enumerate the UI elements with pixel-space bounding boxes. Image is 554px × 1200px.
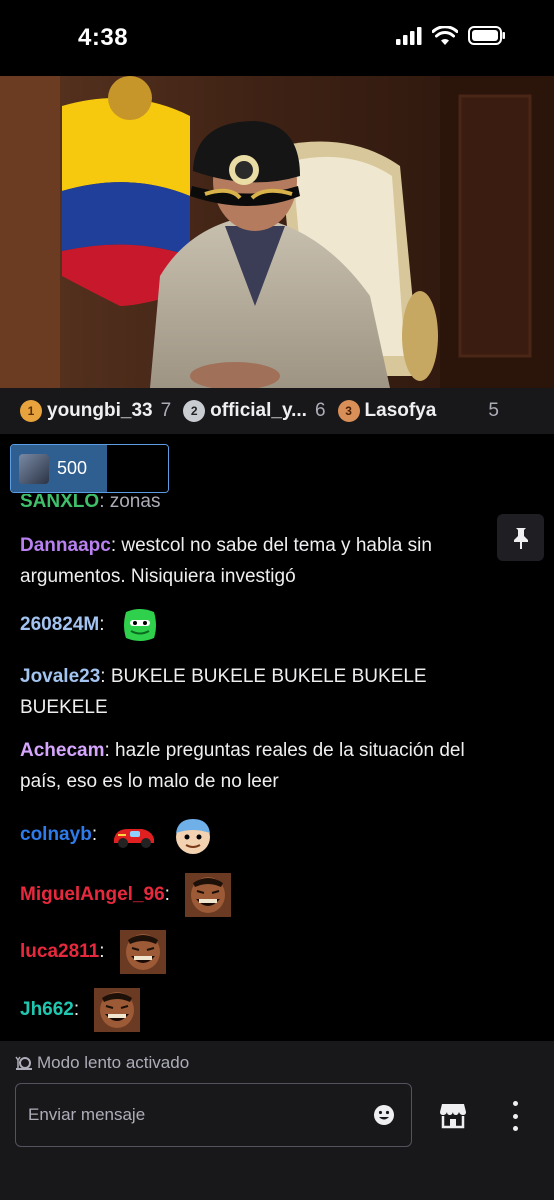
chat-message: Jh662: bbox=[20, 988, 500, 1032]
chat-footer: Modo lento activado bbox=[0, 1041, 554, 1200]
stream-video-frame bbox=[0, 76, 554, 388]
chat-username[interactable]: Jovale23 bbox=[20, 666, 100, 687]
leaderboard-entry-1[interactable]: 1 youngbi_33 7 bbox=[20, 400, 183, 422]
hype-progress-track bbox=[107, 445, 168, 492]
cellular-signal-icon bbox=[396, 26, 422, 45]
chat-username[interactable]: Achecam bbox=[20, 740, 105, 761]
chat-message-list[interactable]: SANXLO: zonas Dannaapc: westcol no sabe … bbox=[0, 494, 554, 1041]
chat-username[interactable]: Dannaapc bbox=[20, 535, 111, 556]
leaderboard-entry-3[interactable]: 3 Lasofya 5 bbox=[337, 400, 511, 422]
hype-train-pill[interactable]: 500 bbox=[10, 444, 169, 493]
chat-username[interactable]: Jh662 bbox=[20, 999, 74, 1020]
chat-message-partial: SANXLO: zonas bbox=[20, 494, 500, 517]
chat-username[interactable]: colnayb bbox=[20, 824, 92, 845]
chat-username[interactable]: MiguelAngel_96 bbox=[20, 884, 165, 905]
avatar bbox=[19, 453, 49, 484]
leaderboard-entry-2[interactable]: 2 official_y... 6 bbox=[183, 400, 337, 422]
race-car-emote-icon bbox=[114, 829, 155, 848]
more-options-button[interactable] bbox=[505, 1101, 525, 1131]
chat-text: : zonas bbox=[99, 494, 161, 512]
status-time: 4:38 bbox=[78, 24, 129, 51]
status-icons bbox=[396, 26, 506, 45]
dot-icon bbox=[512, 1113, 518, 1119]
chat-input[interactable] bbox=[28, 1084, 358, 1146]
cartoon-face-emote-icon bbox=[175, 819, 210, 854]
leaderboard-count: 5 bbox=[488, 400, 499, 421]
chat-username[interactable]: SANXLO bbox=[20, 494, 99, 512]
leaderboard-name: Lasofya bbox=[364, 400, 437, 421]
laughing-man-emote-icon bbox=[119, 930, 166, 974]
video-player[interactable] bbox=[0, 76, 554, 388]
chat-username[interactable]: luca2811 bbox=[20, 941, 99, 962]
chat-text: : bbox=[73, 999, 80, 1021]
wifi-icon bbox=[432, 26, 458, 45]
chat-text: : bbox=[99, 941, 105, 963]
chat-message: Jovale23: BUKELE BUKELE BUKELE BUKELE BU… bbox=[20, 661, 500, 723]
hype-progress-fill: 500 bbox=[11, 445, 107, 492]
chat-message: Dannaapc: westcol no sabe del tema y hab… bbox=[20, 530, 500, 592]
chat-message: luca2811: bbox=[20, 930, 500, 974]
chat-text: : bbox=[99, 614, 105, 636]
status-bar: 4:38 bbox=[0, 0, 554, 76]
slow-mode-label: Modo lento activado bbox=[37, 1053, 190, 1072]
hype-amount: 500 bbox=[57, 458, 88, 478]
dot-icon bbox=[512, 1101, 518, 1106]
pin-message-button[interactable] bbox=[497, 514, 544, 561]
emoji-picker-icon[interactable] bbox=[373, 1104, 395, 1126]
laughing-man-emote-icon bbox=[94, 988, 141, 1032]
store-icon[interactable] bbox=[439, 1101, 467, 1129]
leaderboard-name: official_y... bbox=[210, 400, 307, 421]
pepe-emote-icon bbox=[123, 609, 156, 641]
rank-1-medal-icon: 1 bbox=[20, 400, 42, 422]
chat-input-field[interactable] bbox=[15, 1083, 412, 1147]
leaderboard-name: youngbi_33 bbox=[47, 400, 153, 421]
chat-message: Achecam: hazle preguntas reales de la si… bbox=[20, 735, 500, 797]
laughing-man-emote-icon bbox=[185, 873, 232, 917]
slow-mode-notice: Modo lento activado bbox=[15, 1053, 189, 1073]
rank-2-medal-icon: 2 bbox=[183, 400, 206, 422]
chat-message: MiguelAngel_96: bbox=[20, 873, 500, 917]
chat-message: colnayb: bbox=[20, 815, 500, 855]
chat-text: : bbox=[164, 884, 170, 906]
chat-username[interactable]: 260824M bbox=[20, 614, 99, 635]
dot-icon bbox=[512, 1126, 518, 1131]
snail-icon bbox=[15, 1056, 32, 1070]
chat-message: 260824M: bbox=[20, 608, 500, 642]
leaderboard-count: 7 bbox=[160, 400, 172, 421]
pin-icon bbox=[513, 527, 528, 549]
leaderboard-bar[interactable]: 1 youngbi_33 7 2 official_y... 6 3 Lasof… bbox=[0, 388, 554, 434]
chat-text: : bbox=[91, 824, 98, 846]
leaderboard-count: 6 bbox=[314, 400, 326, 421]
battery-icon bbox=[468, 26, 505, 45]
rank-3-medal-icon: 3 bbox=[337, 400, 360, 422]
